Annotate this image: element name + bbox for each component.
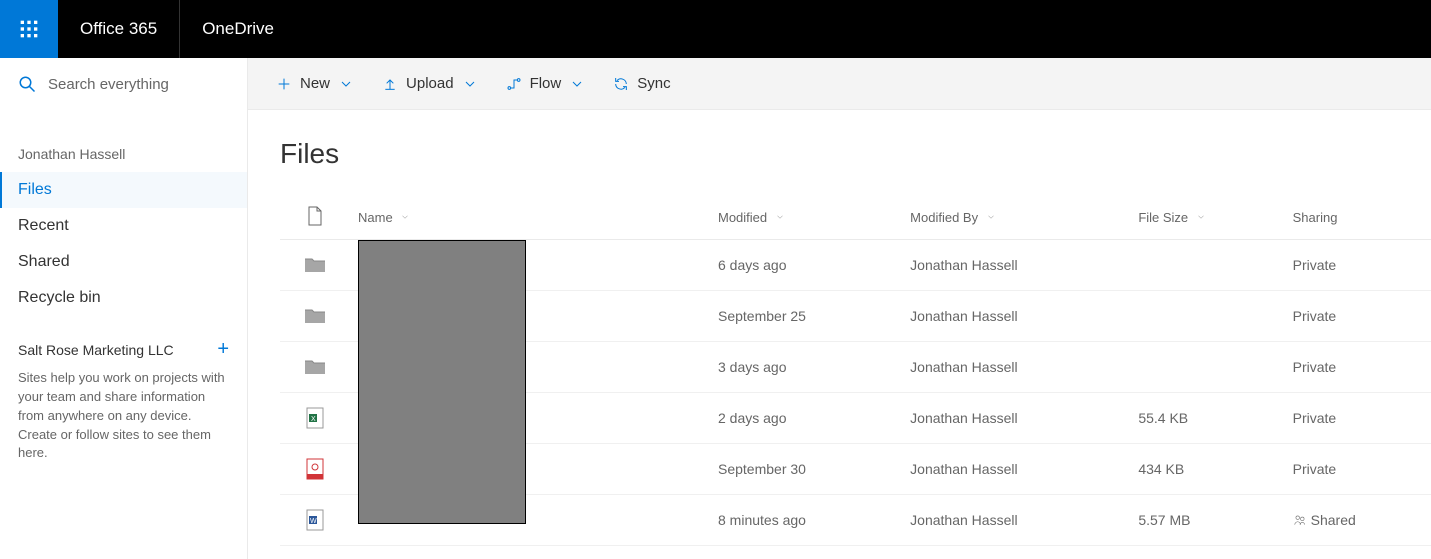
new-label: New <box>300 75 330 92</box>
svg-text:W: W <box>310 518 317 525</box>
chevron-down-icon <box>775 212 785 222</box>
folder-icon <box>304 256 326 274</box>
col-sharing: Sharing <box>1285 196 1431 240</box>
sharing-cell[interactable]: Private <box>1285 444 1431 495</box>
flow-label: Flow <box>530 75 562 92</box>
nav-item-recycle[interactable]: Recycle bin <box>0 280 247 316</box>
modifiedby-cell: Jonathan Hassell <box>902 240 1130 291</box>
upload-button[interactable]: Upload <box>382 75 478 92</box>
add-site-button[interactable]: + <box>217 338 229 361</box>
page-title: Files <box>248 138 1431 170</box>
file-icon <box>307 206 323 226</box>
content-area: New Upload Flow Sync Files <box>248 58 1431 559</box>
file-table: Name Modified Modified By File Size <box>280 196 1431 546</box>
modified-cell: September 25 <box>710 291 902 342</box>
file-type-cell <box>280 240 350 291</box>
col-modifiedby[interactable]: Modified By <box>902 196 1130 240</box>
col-name[interactable]: Name <box>350 196 710 240</box>
file-type-cell <box>280 342 350 393</box>
search-icon <box>18 75 36 93</box>
sharing-cell[interactable]: Private <box>1285 291 1431 342</box>
chevron-down-icon <box>1196 212 1206 222</box>
upload-label: Upload <box>406 75 454 92</box>
modifiedby-cell: Jonathan Hassell <box>902 342 1130 393</box>
pdf-icon <box>306 458 324 480</box>
waffle-icon <box>19 19 39 39</box>
nav-item-files[interactable]: Files <box>0 172 247 208</box>
flow-icon <box>506 76 522 92</box>
suite-header: Office 365 OneDrive <box>0 0 1431 58</box>
table-row[interactable]: 6 days agoJonathan Hassell Private <box>280 240 1431 291</box>
sites-section-header: Salt Rose Marketing LLC + <box>0 316 247 369</box>
modifiedby-cell: Jonathan Hassell <box>902 495 1130 546</box>
sync-button[interactable]: Sync <box>613 75 670 92</box>
app-launcher-button[interactable] <box>0 0 58 58</box>
modified-cell: 3 days ago <box>710 342 902 393</box>
modifiedby-cell: Jonathan Hassell <box>902 393 1130 444</box>
file-type-cell: X <box>280 393 350 444</box>
sharing-cell[interactable]: Private <box>1285 342 1431 393</box>
modified-cell: 6 days ago <box>710 240 902 291</box>
size-cell <box>1130 291 1284 342</box>
col-type <box>280 196 350 240</box>
sync-icon <box>613 76 629 92</box>
modified-cell: September 30 <box>710 444 902 495</box>
redacted-block <box>358 240 526 524</box>
nav-item-shared[interactable]: Shared <box>0 244 247 280</box>
sites-help-text: Sites help you work on projects with you… <box>0 369 247 463</box>
suite-name[interactable]: Office 365 <box>58 0 180 58</box>
file-type-cell: W <box>280 495 350 546</box>
modified-cell: 8 minutes ago <box>710 495 902 546</box>
folder-icon <box>304 307 326 325</box>
app-name[interactable]: OneDrive <box>180 0 296 58</box>
size-cell: 55.4 KB <box>1130 393 1284 444</box>
nav-item-recent[interactable]: Recent <box>0 208 247 244</box>
owner-name: Jonathan Hassell <box>0 110 247 172</box>
sharing-cell[interactable]: Private <box>1285 393 1431 444</box>
folder-icon <box>304 358 326 376</box>
file-name-cell[interactable] <box>350 240 710 291</box>
chevron-down-icon <box>569 76 585 92</box>
size-cell: 5.57 MB <box>1130 495 1284 546</box>
modified-cell: 2 days ago <box>710 393 902 444</box>
excel-icon: X <box>306 407 324 429</box>
word-icon: W <box>306 509 324 531</box>
upload-icon <box>382 76 398 92</box>
new-button[interactable]: New <box>276 75 354 92</box>
search-placeholder: Search everything <box>48 76 169 93</box>
search-input[interactable]: Search everything <box>0 58 247 110</box>
modifiedby-cell: Jonathan Hassell <box>902 444 1130 495</box>
shared-icon <box>1293 513 1307 527</box>
col-size[interactable]: File Size <box>1130 196 1284 240</box>
chevron-down-icon <box>338 76 354 92</box>
sync-label: Sync <box>637 75 670 92</box>
svg-text:X: X <box>311 416 316 423</box>
chevron-down-icon <box>462 76 478 92</box>
nav-list: Files Recent Shared Recycle bin <box>0 172 247 316</box>
size-cell <box>1130 342 1284 393</box>
sharing-cell[interactable]: Shared <box>1285 495 1431 546</box>
left-nav: Search everything Jonathan Hassell Files… <box>0 58 248 559</box>
sharing-cell[interactable]: Private <box>1285 240 1431 291</box>
size-cell: 434 KB <box>1130 444 1284 495</box>
chevron-down-icon <box>400 212 410 222</box>
file-type-cell <box>280 291 350 342</box>
size-cell <box>1130 240 1284 291</box>
modifiedby-cell: Jonathan Hassell <box>902 291 1130 342</box>
chevron-down-icon <box>986 212 996 222</box>
command-bar: New Upload Flow Sync <box>248 58 1431 110</box>
file-type-cell <box>280 444 350 495</box>
col-modified[interactable]: Modified <box>710 196 902 240</box>
sites-section-label: Salt Rose Marketing LLC <box>18 342 174 358</box>
plus-icon <box>276 76 292 92</box>
flow-button[interactable]: Flow <box>506 75 586 92</box>
